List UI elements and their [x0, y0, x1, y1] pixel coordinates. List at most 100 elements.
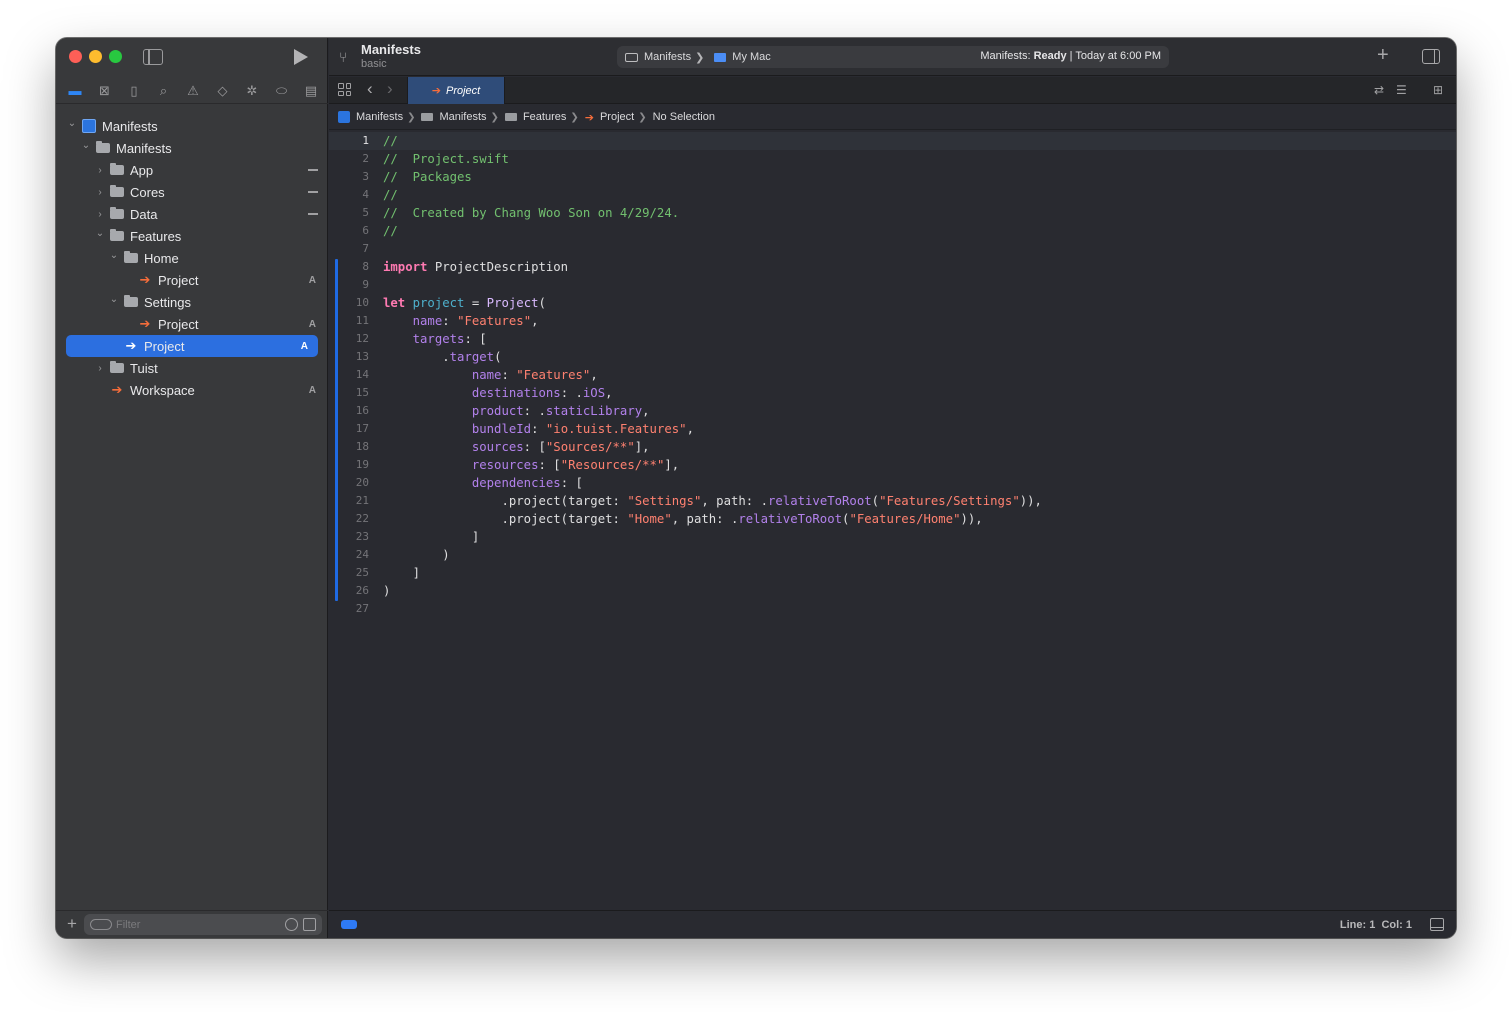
- chevron-right-icon: ❯: [638, 111, 647, 123]
- chevron-right-icon: ❯: [695, 51, 705, 64]
- code-line: 5 // Created by Chang Woo Son on 4/29/24.: [329, 204, 1456, 222]
- toolbar-branch-name[interactable]: basic: [361, 58, 387, 70]
- folder-icon[interactable]: ▬: [66, 82, 84, 100]
- line-number: 14: [355, 368, 369, 381]
- tree-row-manifests[interactable]: ⌄ Manifests: [56, 137, 328, 159]
- tree-item-label: Project: [158, 316, 199, 332]
- sidebar-toggle-icon[interactable]: [143, 49, 163, 65]
- jumpbar-item-features[interactable]: Features: [504, 111, 566, 123]
- line-number: 27: [355, 602, 369, 615]
- line-number: 18: [355, 440, 369, 453]
- project-navigator-tree: ⌄ Manifests ⌄ Manifests › App › Cores › Data ⌄ Feat…: [56, 115, 328, 401]
- jumpbar-item-no-selection[interactable]: No Selection: [653, 111, 715, 123]
- folder-icon: [110, 229, 124, 241]
- search-icon[interactable]: ⌕: [155, 82, 173, 100]
- tab-label: Project: [445, 84, 481, 97]
- chevron-down-icon[interactable]: ⌄: [66, 118, 78, 129]
- related-items-grid-icon[interactable]: [338, 83, 351, 96]
- swift-file-icon: ➔: [139, 316, 151, 331]
- zoom-window-button[interactable]: [109, 50, 122, 63]
- tree-row-project[interactable]: ➔ Project A: [56, 313, 328, 335]
- filter-options-icon[interactable]: [90, 919, 112, 930]
- navigator-filter-input[interactable]: [116, 916, 276, 933]
- code-line: 6 //: [329, 222, 1456, 240]
- swift-file-icon: ➔: [139, 272, 151, 287]
- bookmark-icon[interactable]: ▯: [125, 82, 143, 100]
- folder-icon: [110, 207, 124, 219]
- tree-row-home[interactable]: ⌄ Home: [56, 247, 328, 269]
- jumpbar-item-project[interactable]: ➔ Project: [585, 111, 634, 124]
- code-line: 26): [329, 582, 1456, 600]
- status-prefix: Manifests:: [980, 50, 1031, 62]
- line-number: 12: [355, 332, 369, 345]
- swap-editor-icon[interactable]: ⇄: [1374, 83, 1384, 97]
- source-editor[interactable]: 1 // 2 // Project.swift 3 // Packages 4 // 5 // C…: [329, 132, 1456, 910]
- tree-row-manifests[interactable]: ⌄ Manifests: [56, 115, 328, 137]
- folder-icon: [110, 163, 124, 175]
- breakpoint-icon[interactable]: ⬭: [273, 82, 291, 100]
- chevron-down-icon[interactable]: ⌄: [80, 140, 92, 151]
- scheme-icon: [625, 52, 638, 62]
- library-add-button[interactable]: +: [1377, 44, 1389, 67]
- minimize-window-button[interactable]: [89, 50, 102, 63]
- jumpbar-item-manifests[interactable]: Manifests: [421, 111, 487, 123]
- tree-row-data[interactable]: › Data: [56, 203, 328, 225]
- tree-row-settings[interactable]: ⌄ Settings: [56, 291, 328, 313]
- tree-row-project[interactable]: ➔ Project A: [56, 269, 328, 291]
- code-line: 21 .project(target: "Settings", path: .r…: [329, 492, 1456, 510]
- line-number: 25: [355, 566, 369, 579]
- jumpbar-item-manifests[interactable]: Manifests: [338, 111, 403, 123]
- line-number: 15: [355, 386, 369, 399]
- go-back-icon[interactable]: ‹: [367, 79, 373, 99]
- chevron-down-icon[interactable]: ⌄: [94, 228, 106, 239]
- chevron-right-icon[interactable]: ›: [94, 209, 106, 220]
- debug-icon[interactable]: ✲: [243, 82, 261, 100]
- code-line: 8 import ProjectDescription: [329, 258, 1456, 276]
- chevron-right-icon[interactable]: ›: [94, 165, 106, 176]
- folder-status-dash: [308, 213, 318, 215]
- close-window-button[interactable]: [69, 50, 82, 63]
- added-status-badge: A: [300, 340, 308, 352]
- code-text: // Project.swift: [383, 152, 509, 166]
- chevron-right-icon[interactable]: ›: [94, 187, 106, 198]
- tree-item-label: Settings: [144, 294, 191, 310]
- jumpbar-label: Manifests: [439, 111, 487, 123]
- tab-project[interactable]: ➔ Project: [407, 77, 505, 104]
- chevron-down-icon[interactable]: ⌄: [108, 294, 120, 305]
- add-file-button[interactable]: +: [67, 914, 77, 934]
- test-icon[interactable]: ◇: [214, 82, 232, 100]
- tree-row-features[interactable]: ⌄ Features: [56, 225, 328, 247]
- scheme-selector[interactable]: Manifests ❯ My Mac: [617, 51, 771, 64]
- branch-icon[interactable]: ⑂: [339, 49, 351, 65]
- warning-icon[interactable]: ⚠: [184, 82, 202, 100]
- status-time: | Today at 6:00 PM: [1069, 50, 1161, 62]
- tree-row-cores[interactable]: › Cores: [56, 181, 328, 203]
- code-text: ]: [383, 566, 421, 580]
- chevron-down-icon[interactable]: ⌄: [108, 250, 120, 261]
- report-icon[interactable]: ▤: [302, 82, 320, 100]
- tree-row-workspace[interactable]: ➔ Workspace A: [56, 379, 328, 401]
- swift-file-icon: ➔: [431, 85, 441, 97]
- show-debug-area-icon[interactable]: [1430, 918, 1444, 931]
- run-button[interactable]: [294, 49, 308, 65]
- line-number: 10: [355, 296, 369, 309]
- inspector-toggle-icon[interactable]: [1422, 49, 1440, 64]
- debug-area-toggle[interactable]: [341, 920, 357, 929]
- recent-files-icon[interactable]: [285, 918, 298, 931]
- source-control-icon[interactable]: ⊠: [96, 82, 114, 100]
- folder-icon: [110, 361, 124, 373]
- line-number: 7: [362, 242, 369, 255]
- editor-options-icon[interactable]: ☰: [1396, 83, 1407, 97]
- tree-row-app[interactable]: › App: [56, 159, 328, 181]
- chevron-right-icon[interactable]: ›: [94, 363, 106, 374]
- tree-row-project[interactable]: ➔ Project A: [66, 335, 318, 357]
- jumpbar-label: Project: [599, 111, 635, 123]
- code-line: 14 name: "Features",: [329, 366, 1456, 384]
- source-control-filter-icon[interactable]: [303, 918, 316, 931]
- split-editor-icon[interactable]: ⊞: [1433, 83, 1443, 97]
- go-forward-icon[interactable]: ›: [387, 79, 393, 99]
- tree-row-tuist[interactable]: › Tuist: [56, 357, 328, 379]
- code-line: 12 targets: [: [329, 330, 1456, 348]
